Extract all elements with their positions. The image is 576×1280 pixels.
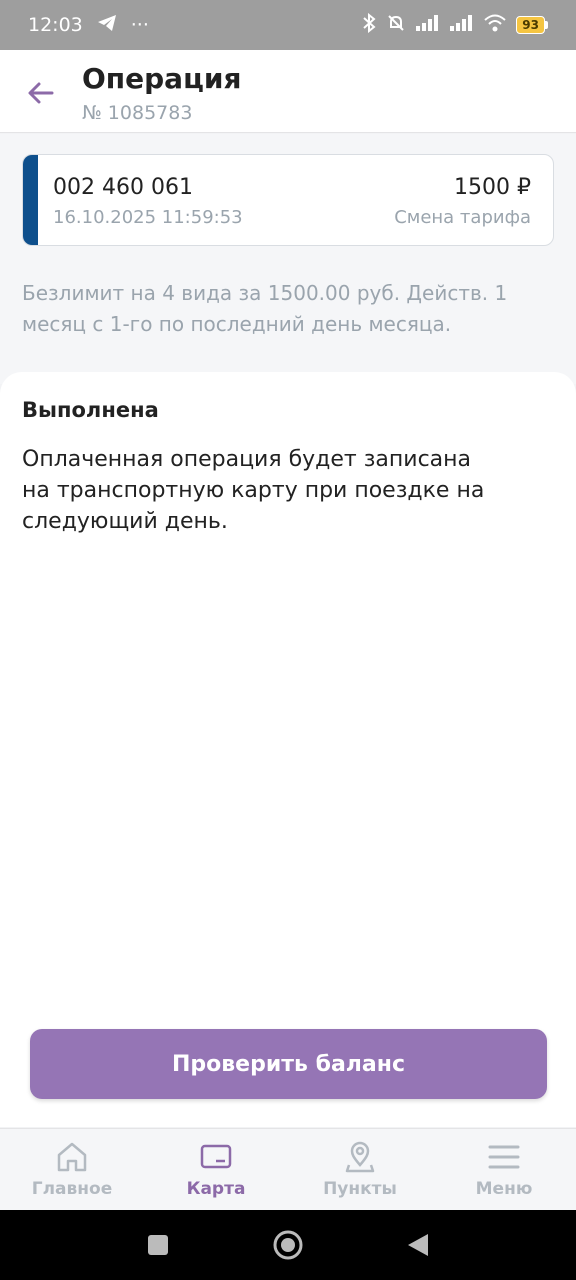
location-pin-icon bbox=[345, 1141, 375, 1173]
nav-label-menu: Меню bbox=[475, 1179, 533, 1199]
battery-cap bbox=[545, 21, 548, 29]
home-system-button[interactable] bbox=[268, 1225, 308, 1265]
page-title: Операция bbox=[82, 62, 242, 95]
back-system-button[interactable] bbox=[398, 1225, 438, 1265]
nav-item-menu[interactable]: Меню bbox=[432, 1129, 576, 1210]
more-notifications: ··· bbox=[130, 14, 149, 36]
operation-amount: 1500 ₽ bbox=[454, 175, 531, 200]
nav-label-points: Пункты bbox=[323, 1179, 397, 1199]
mute-icon bbox=[386, 13, 406, 38]
nav-item-card[interactable]: Карта bbox=[144, 1129, 288, 1210]
bottom-nav: Главное Карта Пункты Меню bbox=[0, 1128, 576, 1210]
status-sheet: Выполнена Оплаченная операция будет запи… bbox=[0, 372, 576, 1127]
menu-icon bbox=[488, 1145, 520, 1169]
arrow-left-icon bbox=[28, 82, 54, 104]
signal-icon bbox=[416, 14, 440, 36]
nav-item-points[interactable]: Пункты bbox=[288, 1129, 432, 1210]
square-icon bbox=[148, 1235, 168, 1255]
home-icon bbox=[57, 1142, 87, 1172]
status-text: Оплаченная операция будет записана на тр… bbox=[22, 447, 485, 534]
operation-card: 002 460 061 16.10.2025 11:59:53 1500 ₽ С… bbox=[22, 154, 554, 246]
system-nav-bar bbox=[0, 1210, 576, 1280]
bluetooth-icon bbox=[362, 12, 376, 38]
operation-type: Смена тарифа bbox=[394, 207, 531, 228]
operation-datetime: 16.10.2025 11:59:53 bbox=[53, 207, 243, 228]
card-icon bbox=[200, 1144, 232, 1169]
status-title: Выполнена bbox=[22, 398, 159, 422]
card-stripe bbox=[23, 155, 38, 245]
battery-indicator: 93 bbox=[516, 16, 548, 34]
nav-item-home[interactable]: Главное bbox=[0, 1129, 144, 1210]
card-number: 002 460 061 bbox=[53, 175, 193, 200]
wifi-icon bbox=[484, 14, 506, 37]
operation-description: Безлимит на 4 вида за 1500.00 руб. Дейст… bbox=[22, 281, 508, 336]
app-header: Операция № 1085783 bbox=[0, 50, 576, 133]
triangle-back-icon bbox=[408, 1234, 428, 1256]
recents-button[interactable] bbox=[138, 1225, 178, 1265]
nav-label-home: Главное bbox=[31, 1179, 113, 1199]
battery-level: 93 bbox=[516, 16, 545, 34]
circle-icon bbox=[273, 1230, 303, 1260]
check-balance-button[interactable]: Проверить баланс bbox=[30, 1029, 547, 1099]
operation-number: № 1085783 bbox=[82, 102, 193, 124]
telegram-icon bbox=[97, 14, 117, 37]
nav-label-card: Карта bbox=[186, 1179, 246, 1199]
status-time: 12:03 bbox=[28, 14, 83, 36]
signal-icon-2 bbox=[450, 14, 474, 36]
back-button[interactable] bbox=[20, 72, 62, 114]
status-bar: 12:03 ··· 93 bbox=[0, 0, 576, 50]
